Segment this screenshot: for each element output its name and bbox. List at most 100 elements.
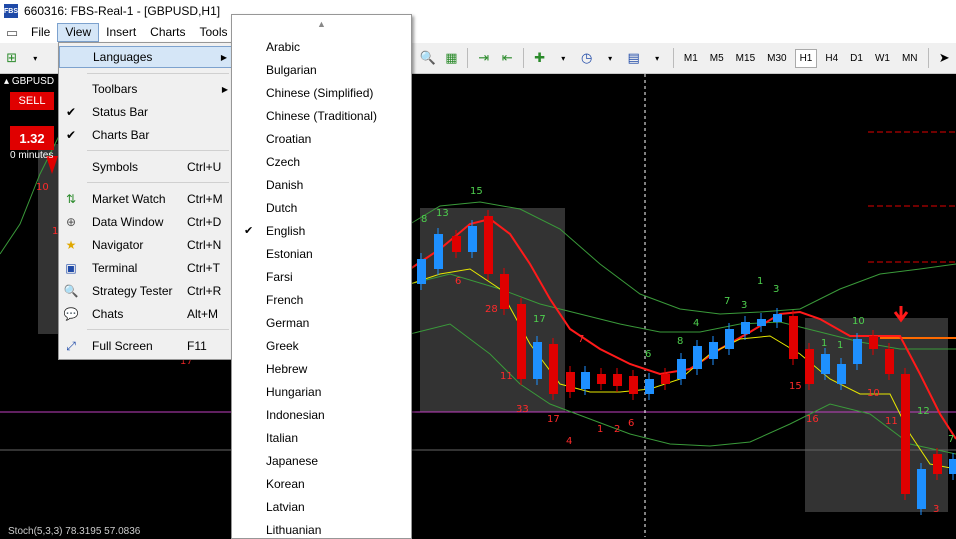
- document-icon[interactable]: ▭: [3, 24, 21, 42]
- language-label: English: [266, 223, 306, 238]
- menu-separator: [87, 73, 229, 74]
- language-item[interactable]: Greek: [232, 334, 411, 357]
- candle: [566, 372, 575, 392]
- candle: [933, 454, 942, 474]
- dropdown-arrow-icon[interactable]: ▾: [554, 49, 571, 67]
- view-menu-navigator[interactable]: ★ Navigator Ctrl+N: [59, 234, 233, 256]
- candle: [677, 359, 686, 379]
- candle: [853, 339, 862, 364]
- candle: [725, 329, 734, 349]
- signal-number: 17: [547, 414, 560, 425]
- signal-number: 28: [485, 304, 498, 315]
- sell-button[interactable]: SELL: [10, 92, 54, 110]
- language-label: Indonesian: [266, 407, 325, 422]
- menu-charts[interactable]: Charts: [143, 23, 192, 42]
- timeframe-mn[interactable]: MN: [898, 50, 922, 67]
- indicators-icon[interactable]: ✚: [531, 49, 548, 67]
- language-item[interactable]: Chinese (Traditional): [232, 104, 411, 127]
- zoom-out-icon[interactable]: 🔍: [419, 49, 436, 67]
- fullscreen-icon: ⤢: [66, 338, 76, 353]
- dropdown-arrow-icon[interactable]: ▾: [601, 49, 618, 67]
- sell-price[interactable]: 1.32: [10, 126, 54, 150]
- language-item[interactable]: Korean: [232, 472, 411, 495]
- language-item[interactable]: Croatian: [232, 127, 411, 150]
- signal-number: 6: [645, 349, 651, 360]
- language-item[interactable]: Italian: [232, 426, 411, 449]
- toolbar-separator: [523, 48, 524, 68]
- language-item[interactable]: Lithuanian: [232, 518, 411, 538]
- menu-insert[interactable]: Insert: [99, 23, 143, 42]
- view-menu-status-bar[interactable]: ✔ Status Bar: [59, 101, 233, 123]
- signal-number: 6: [628, 418, 634, 429]
- candle: [549, 344, 558, 394]
- language-label: Arabic: [266, 39, 301, 54]
- view-menu-charts-bar[interactable]: ✔ Charts Bar: [59, 124, 233, 146]
- terminal-icon: ▣: [65, 261, 77, 275]
- view-menu-chats[interactable]: 💬 Chats Alt+M: [59, 303, 233, 325]
- timeframe-w1[interactable]: W1: [871, 50, 894, 67]
- signal-number: 6: [455, 276, 461, 287]
- new-chart-icon[interactable]: ⊞: [3, 49, 20, 67]
- language-item[interactable]: Czech: [232, 150, 411, 173]
- timeframe-m1[interactable]: M1: [680, 50, 702, 67]
- timeframe-m5[interactable]: M5: [706, 50, 728, 67]
- language-item[interactable]: Chinese (Simplified): [232, 81, 411, 104]
- dropdown-arrow-icon[interactable]: ▾: [648, 49, 665, 67]
- language-item[interactable]: Bulgarian: [232, 58, 411, 81]
- language-item[interactable]: Estonian: [232, 242, 411, 265]
- candle: [533, 342, 542, 379]
- signal-number: 10: [867, 388, 880, 399]
- view-menu-toolbars[interactable]: Toolbars ▶: [59, 78, 233, 100]
- templates-icon[interactable]: ▤: [625, 49, 642, 67]
- menu-file[interactable]: File: [24, 23, 57, 42]
- view-menu-symbols[interactable]: Symbols Ctrl+U: [59, 156, 233, 178]
- signal-number: 1: [597, 424, 603, 435]
- language-item[interactable]: Dutch: [232, 196, 411, 219]
- language-item[interactable]: French: [232, 288, 411, 311]
- view-menu-data-window[interactable]: ⊕ Data Window Ctrl+D: [59, 211, 233, 233]
- scroll-up-icon[interactable]: ▲: [232, 15, 411, 33]
- view-menu-strategy-tester[interactable]: 🔍 Strategy Tester Ctrl+R: [59, 280, 233, 302]
- timeframe-m30[interactable]: M30: [763, 50, 790, 67]
- signal-number: 33: [516, 404, 529, 415]
- language-item[interactable]: Indonesian: [232, 403, 411, 426]
- menu-view[interactable]: View: [57, 23, 100, 42]
- view-menu-full-screen[interactable]: ⤢ Full Screen F11: [59, 335, 233, 357]
- language-item[interactable]: Hebrew: [232, 357, 411, 380]
- signal-number: 3: [741, 300, 747, 311]
- language-item[interactable]: Danish: [232, 173, 411, 196]
- candle: [517, 304, 526, 379]
- view-menu-terminal[interactable]: ▣ Terminal Ctrl+T: [59, 257, 233, 279]
- signal-number: 11: [500, 371, 513, 382]
- view-menu-market-watch[interactable]: ⇅ Market Watch Ctrl+M: [59, 188, 233, 210]
- language-item[interactable]: Japanese: [232, 449, 411, 472]
- view-menu-languages[interactable]: Languages ▶: [59, 46, 233, 68]
- dropdown-arrow-icon[interactable]: ▾: [26, 49, 43, 67]
- timeframe-m15[interactable]: M15: [732, 50, 759, 67]
- candle: [789, 316, 798, 359]
- timeframe-h4[interactable]: H4: [821, 50, 842, 67]
- candle: [468, 226, 477, 252]
- menu-tools[interactable]: Tools: [193, 23, 235, 42]
- language-item[interactable]: Arabic: [232, 35, 411, 58]
- periodicity-icon[interactable]: ◷: [578, 49, 595, 67]
- candle: [581, 372, 590, 389]
- language-label: Chinese (Traditional): [266, 108, 377, 123]
- cursor-icon[interactable]: ➤: [936, 49, 953, 67]
- autoscroll-icon[interactable]: ⇤: [499, 49, 516, 67]
- language-item[interactable]: Hungarian: [232, 380, 411, 403]
- language-item[interactable]: ✔ English: [232, 219, 411, 242]
- timeframe-h1[interactable]: H1: [794, 48, 818, 68]
- tile-windows-icon[interactable]: ▦: [443, 49, 460, 67]
- chart-shift-icon[interactable]: ⇥: [475, 49, 492, 67]
- language-item[interactable]: Latvian: [232, 495, 411, 518]
- timeframe-d1[interactable]: D1: [846, 50, 867, 67]
- language-item[interactable]: Farsi: [232, 265, 411, 288]
- menu-bar: ▭ File View Insert Charts Tools: [0, 22, 956, 43]
- signal-number: 7: [724, 296, 730, 307]
- chat-icon: 💬: [63, 307, 79, 321]
- candle: [885, 349, 894, 374]
- check-icon: ✔: [65, 105, 77, 119]
- signal-number: 7: [578, 334, 584, 345]
- language-item[interactable]: German: [232, 311, 411, 334]
